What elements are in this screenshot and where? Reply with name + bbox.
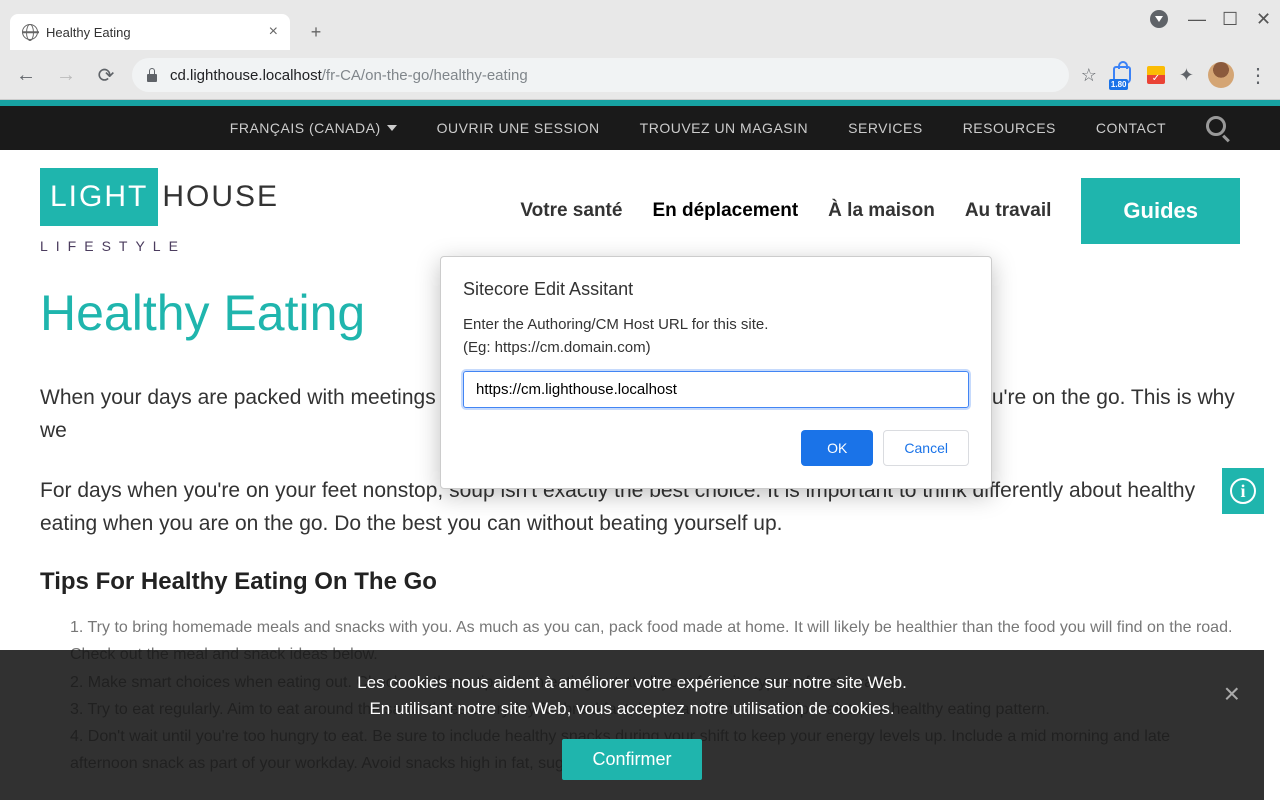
tab-bar: Healthy Eating × + — ☐ ✕ xyxy=(0,0,1280,50)
prompt-dialog: Sitecore Edit Assitant Enter the Authori… xyxy=(440,256,992,489)
close-window-button[interactable]: ✕ xyxy=(1256,12,1270,26)
globe-icon xyxy=(22,24,38,40)
minimize-button[interactable]: — xyxy=(1188,12,1202,26)
close-icon[interactable]: × xyxy=(1224,678,1240,710)
logo-box: LIGHT xyxy=(40,168,158,226)
avatar[interactable] xyxy=(1208,62,1234,88)
cm-url-input[interactable] xyxy=(463,371,969,408)
find-store-link[interactable]: TROUVEZ UN MAGASIN xyxy=(640,120,808,136)
chevron-down-icon xyxy=(387,125,397,131)
address-bar-row: ← → ⟳ cd.lighthouse.localhost/fr-CA/on-t… xyxy=(0,50,1280,100)
contact-link[interactable]: CONTACT xyxy=(1096,120,1166,136)
profile-badge-icon[interactable] xyxy=(1150,10,1168,28)
extension-icon[interactable]: ✓ xyxy=(1147,66,1165,84)
new-tab-button[interactable]: + xyxy=(302,18,330,46)
bookmark-icon[interactable]: ☆ xyxy=(1081,65,1097,86)
logo-subtitle: LIFESTYLE xyxy=(40,238,279,254)
utility-nav: FRANÇAIS (CANADA) OUVRIR UNE SESSION TRO… xyxy=(0,106,1280,150)
logo[interactable]: LIGHT HOUSE LIFESTYLE xyxy=(40,168,279,254)
nav-sante[interactable]: Votre santé xyxy=(520,200,622,222)
dialog-title: Sitecore Edit Assitant xyxy=(463,279,969,300)
browser-menu-button[interactable]: ⋮ xyxy=(1248,63,1268,88)
search-icon[interactable] xyxy=(1206,116,1230,140)
browser-tab[interactable]: Healthy Eating × xyxy=(10,14,290,50)
reload-button[interactable]: ⟳ xyxy=(92,61,120,89)
cookie-banner: Les cookies nous aident à améliorer votr… xyxy=(0,650,1264,800)
cancel-button[interactable]: Cancel xyxy=(883,430,969,466)
services-link[interactable]: SERVICES xyxy=(848,120,923,136)
lang-selector[interactable]: FRANÇAIS (CANADA) xyxy=(230,120,397,136)
nav-deplacement[interactable]: En déplacement xyxy=(652,200,798,222)
nav-travail[interactable]: Au travail xyxy=(965,200,1052,222)
ok-button[interactable]: OK xyxy=(801,430,873,466)
url-text: cd.lighthouse.localhost/fr-CA/on-the-go/… xyxy=(170,67,528,84)
forward-button[interactable]: → xyxy=(52,61,80,89)
extensions-icon[interactable]: ✦ xyxy=(1179,65,1194,86)
primary-nav: Votre santé En déplacement À la maison A… xyxy=(520,178,1240,244)
lock-icon xyxy=(146,68,160,82)
close-icon[interactable]: × xyxy=(269,23,278,41)
logo-text: HOUSE xyxy=(158,180,279,214)
dialog-description: Enter the Authoring/CM Host URL for this… xyxy=(463,314,969,359)
section-heading: Tips For Healthy Eating On The Go xyxy=(40,568,1240,596)
info-button[interactable] xyxy=(1222,468,1264,514)
shopping-extension-icon[interactable]: 1.80 xyxy=(1111,64,1133,86)
guides-button[interactable]: Guides xyxy=(1081,178,1240,244)
address-bar[interactable]: cd.lighthouse.localhost/fr-CA/on-the-go/… xyxy=(132,58,1069,92)
nav-maison[interactable]: À la maison xyxy=(828,200,935,222)
back-button[interactable]: ← xyxy=(12,61,40,89)
browser-chrome: Healthy Eating × + — ☐ ✕ ← → ⟳ cd.lighth… xyxy=(0,0,1280,100)
maximize-button[interactable]: ☐ xyxy=(1222,12,1236,26)
site-header: LIGHT HOUSE LIFESTYLE Votre santé En dép… xyxy=(0,150,1280,264)
login-link[interactable]: OUVRIR UNE SESSION xyxy=(437,120,600,136)
cookie-text: Les cookies nous aident à améliorer votr… xyxy=(50,670,1214,721)
cookie-confirm-button[interactable]: Confirmer xyxy=(562,739,701,780)
resources-link[interactable]: RESOURCES xyxy=(963,120,1056,136)
tab-title: Healthy Eating xyxy=(46,25,261,40)
